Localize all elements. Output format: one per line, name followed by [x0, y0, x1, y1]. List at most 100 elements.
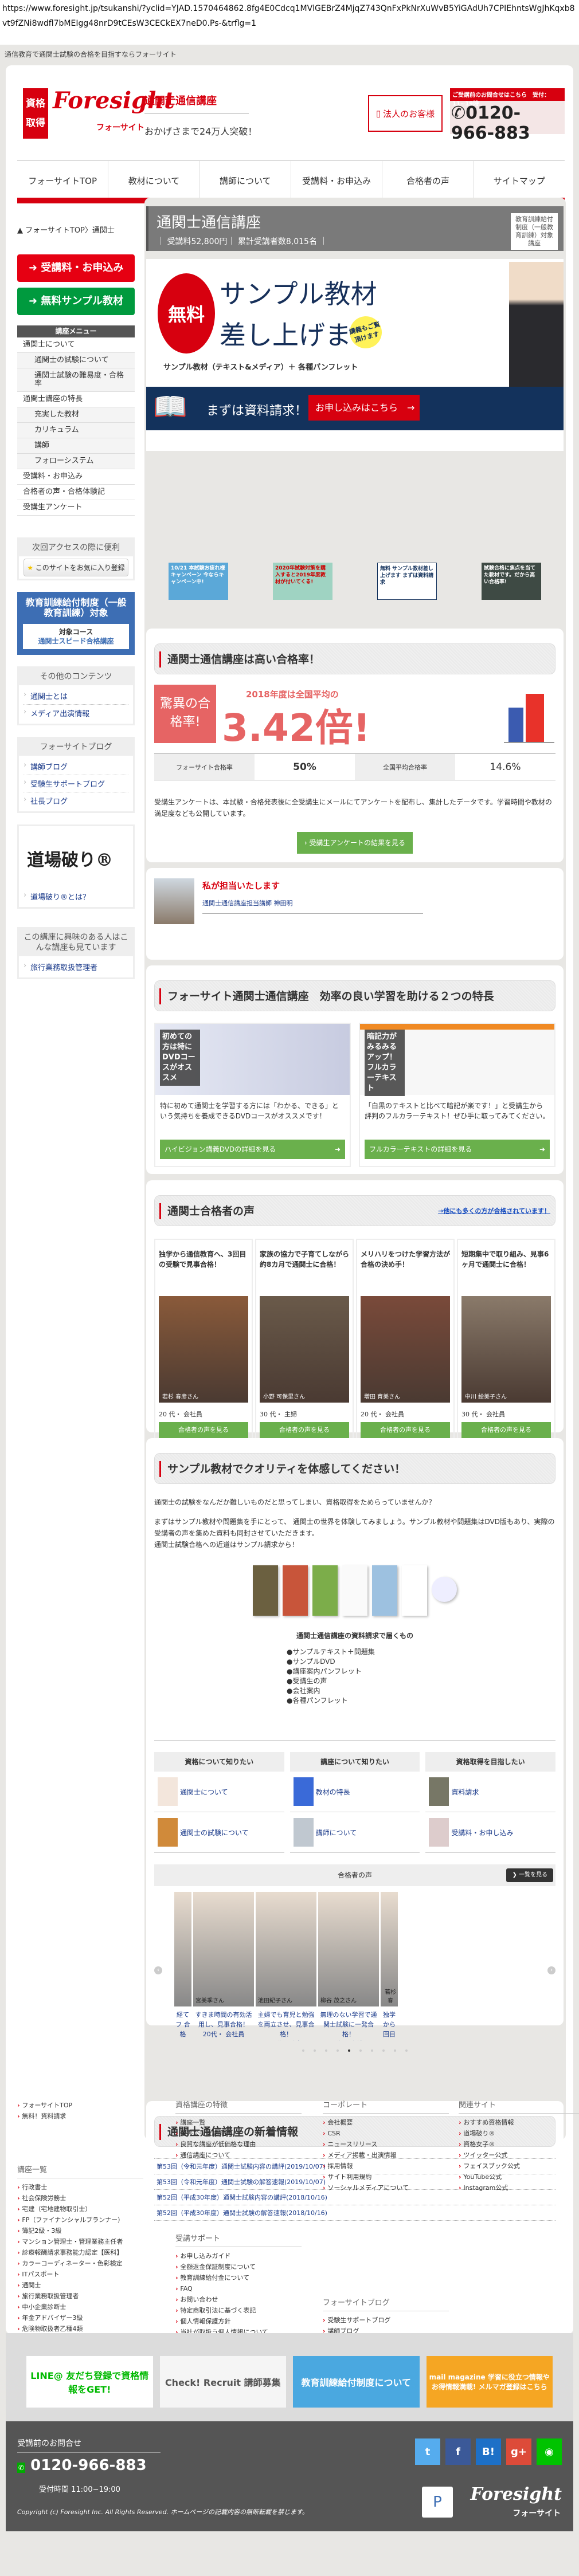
slider-dot[interactable] — [337, 2049, 339, 2052]
nav-top[interactable]: フォーサイトTOP — [17, 161, 109, 198]
sample-button[interactable]: ➜ 無料サンプル教材 — [17, 288, 135, 315]
materials-banner[interactable]: 試験合格に焦点を当てた教材です。だから高い合格率! — [482, 563, 541, 600]
slider-dot[interactable] — [314, 2049, 316, 2052]
apply-button[interactable]: ➜ 受講料・お申込み — [17, 254, 135, 282]
blog-link[interactable]: 講師ブログ — [24, 758, 128, 775]
footer-related-link[interactable]: YouTube公式 — [459, 2171, 579, 2182]
view-all-button[interactable]: ❯ 一覧を見る — [506, 1868, 553, 1882]
footer-support-link[interactable]: 教育訓練給付金について — [175, 2272, 302, 2283]
corporate-button[interactable]: ▯ 法人のお客様 — [368, 95, 443, 132]
dojo-link[interactable]: 道場破り®とは？ — [24, 888, 128, 905]
slider-dot[interactable] — [405, 2049, 408, 2052]
footer-related-link[interactable]: フェイスブック公式 — [459, 2161, 579, 2171]
footer-courses-link[interactable]: 中小企業診断士 — [17, 2302, 143, 2312]
footer-top-link[interactable]: フォーサイトTOP — [17, 2100, 143, 2111]
footer-courses-link[interactable]: 簿記2級・3級 — [17, 2225, 143, 2236]
slider-dot[interactable] — [371, 2049, 373, 2052]
footer-courses-link[interactable]: 通関士 — [17, 2280, 143, 2291]
mailmag-banner[interactable]: mail magazine 学習に役立つ情報やお得情報満載! メルマガ登録はこち… — [426, 2356, 553, 2408]
slide[interactable]: 若杉 春独学から 回目の20 — [381, 1892, 398, 2041]
slide[interactable]: 池田紀子さん主婦でも育児と勉強を両立させ、見事合格！ 30代・ 主婦 — [256, 1892, 316, 2041]
recruit-banner[interactable]: Check! Recruit 講師募集 — [159, 2356, 286, 2408]
news-item[interactable]: 第52回（平成30年度）通関士試験の解答速報(2018/10/16) — [154, 2205, 555, 2221]
chevron-right-icon[interactable]: › — [547, 1966, 555, 1974]
more-voices-link[interactable]: →他にも多くの方が合格されています！ — [438, 1196, 550, 1227]
footer-related-link[interactable]: Instagram公式 — [459, 2182, 579, 2193]
survey-button[interactable]: › 受講生アンケートの結果を見る — [297, 832, 413, 854]
footer-courses-link[interactable]: カラーコーディネーター・色彩検定 — [17, 2258, 143, 2269]
slider-dot[interactable] — [302, 2049, 304, 2052]
slider-dot[interactable] — [359, 2049, 362, 2052]
footer-corporate-link[interactable]: ソーシャルメディアについて — [323, 2182, 449, 2193]
footer-support-link[interactable]: 特定商取引法に基づく表記 — [175, 2305, 302, 2316]
nav-sitemap[interactable]: サイトマップ — [474, 161, 565, 198]
slider-dot[interactable] — [325, 2049, 327, 2052]
category-link[interactable]: 通関士の試験について — [154, 1812, 284, 1853]
facebook-icon[interactable]: f — [445, 2438, 471, 2465]
bundle-banner[interactable]: 2020年試験対策を購入すると2019年度教材が付いてくる! — [273, 563, 332, 600]
footer-related-link[interactable]: 資格女子® — [459, 2139, 579, 2150]
slide[interactable]: 柳谷 茂之さん無理のない学習で通関士試験に一発合格！ 20代・ 会社員 — [318, 1892, 379, 2041]
hero-banner[interactable]: 無料 サンプル教材 差し上げます 講義もご覧頂けます サンプル教材（テキスト&メデ… — [146, 259, 564, 451]
slider-dot[interactable] — [348, 2049, 350, 2052]
course-menu-item[interactable]: 通関士について — [17, 337, 135, 353]
footer-corporate-link[interactable]: サイト利用規約 — [323, 2171, 449, 2182]
instructor-name[interactable]: 通関士通信講座担当講師 神田明 — [202, 898, 423, 914]
category-link[interactable]: 受講料・お申し込み — [425, 1812, 556, 1853]
twitter-icon[interactable]: t — [415, 2438, 440, 2465]
kyufu-banner[interactable]: 教育訓練給付制度（一般教育訓練）対象 対象コース 通関士スピード合格講座 — [17, 592, 135, 655]
voice-button[interactable]: 合格者の声を見る — [159, 1422, 248, 1438]
footer-support-link[interactable]: FAQ — [175, 2283, 302, 2294]
footer-courses-link[interactable]: FP（ファイナンシャルプランナー） — [17, 2214, 143, 2225]
course-menu-item[interactable]: フォローシステム — [17, 454, 135, 469]
hatena-icon[interactable]: B! — [476, 2438, 501, 2465]
other-link[interactable]: 通関士とは — [24, 688, 128, 705]
slide[interactable]: 経てフ 合格員 — [174, 1892, 191, 2041]
dojo-logo[interactable]: 道場破り® — [24, 828, 128, 888]
course-menu-item[interactable]: 受講生アンケート — [17, 500, 135, 516]
course-menu-item[interactable]: 充実した教材 — [17, 407, 135, 423]
course-menu-item[interactable]: カリキュラム — [17, 423, 135, 438]
voice-button[interactable]: 合格者の声を見る — [361, 1422, 450, 1438]
voice-button[interactable]: 合格者の声を見る — [260, 1422, 349, 1438]
footer-courses-link[interactable]: 年金アドバイザー3級 — [17, 2312, 143, 2323]
category-link[interactable]: 講師について — [290, 1812, 420, 1853]
course-menu-item[interactable]: 受講料・お申込み — [17, 469, 135, 485]
bookmark-button[interactable]: ★ このサイトをお気に入り登録 — [24, 559, 128, 576]
footer-support-link[interactable]: お申し込みガイド — [175, 2251, 302, 2261]
footer-corporate-link[interactable]: メディア掲載・出演情報 — [323, 2150, 449, 2161]
nav-fees[interactable]: 受講料・お申込み — [291, 161, 383, 198]
nav-instructors[interactable]: 講師について — [200, 161, 291, 198]
footer-related-link[interactable]: 道場破り® — [459, 2128, 579, 2139]
line-banner[interactable]: LINE@ 友だち登録で資格情報をGET! — [26, 2356, 153, 2408]
footer-corporate-link[interactable]: ニュースリリース — [323, 2139, 449, 2150]
kyufu-footer-banner[interactable]: 教育訓練給付制度について — [293, 2356, 420, 2408]
footer-features-link[interactable]: 優秀な一流講師 — [175, 2128, 302, 2139]
footer-corporate-link[interactable]: 会社概要 — [323, 2117, 449, 2128]
slider-dot[interactable] — [394, 2049, 396, 2052]
nav-materials[interactable]: 教材について — [108, 161, 200, 198]
cta-apply-button[interactable]: お申し込みはこちら → — [308, 395, 420, 421]
blog-link[interactable]: 受験生サポートブログ — [24, 775, 128, 792]
feature-button[interactable]: ハイビジョン講義DVDの詳細を見る ➜ — [160, 1140, 345, 1159]
footer-related-link[interactable]: おすすめ資格情報 — [459, 2117, 579, 2128]
sample-mini-banner[interactable]: 無料 サンプル教材差し上げます まずは資料請求 — [377, 563, 437, 600]
category-link[interactable]: 資料請求 — [425, 1772, 556, 1812]
related-link[interactable]: 旅行業務取扱管理者 — [24, 959, 128, 975]
line-icon[interactable]: ◉ — [537, 2438, 562, 2465]
course-menu-item[interactable]: 通関士試験の難易度・合格率 — [17, 368, 135, 392]
slider-dot[interactable] — [382, 2049, 385, 2052]
voice-button[interactable]: 合格者の声を見る — [461, 1422, 551, 1438]
footer-phone[interactable]: ✆ 0120-966-883 — [17, 2457, 147, 2474]
footer-support-link[interactable]: 全額返金保証制度について — [175, 2261, 302, 2272]
footer-courses-link[interactable]: 診療報酬請求事務能力認定【医科】 — [17, 2247, 143, 2258]
footer-support-link[interactable]: 個人情報保護方針 — [175, 2316, 302, 2327]
chevron-left-icon[interactable]: ‹ — [154, 1966, 162, 1974]
category-link[interactable]: 通関士について — [154, 1772, 284, 1812]
course-menu-item[interactable]: 講師 — [17, 438, 135, 454]
footer-features-link[interactable]: 通信講座について — [175, 2150, 302, 2161]
google-plus-icon[interactable]: g+ — [506, 2438, 531, 2465]
feature-button[interactable]: フルカラーテキストの詳細を見る ➜ — [365, 1140, 550, 1159]
footer-courses-link[interactable]: 行政書士 — [17, 2182, 143, 2193]
breadcrumb[interactable]: ▲ フォーサイトTOP〉通関士 — [17, 224, 115, 235]
